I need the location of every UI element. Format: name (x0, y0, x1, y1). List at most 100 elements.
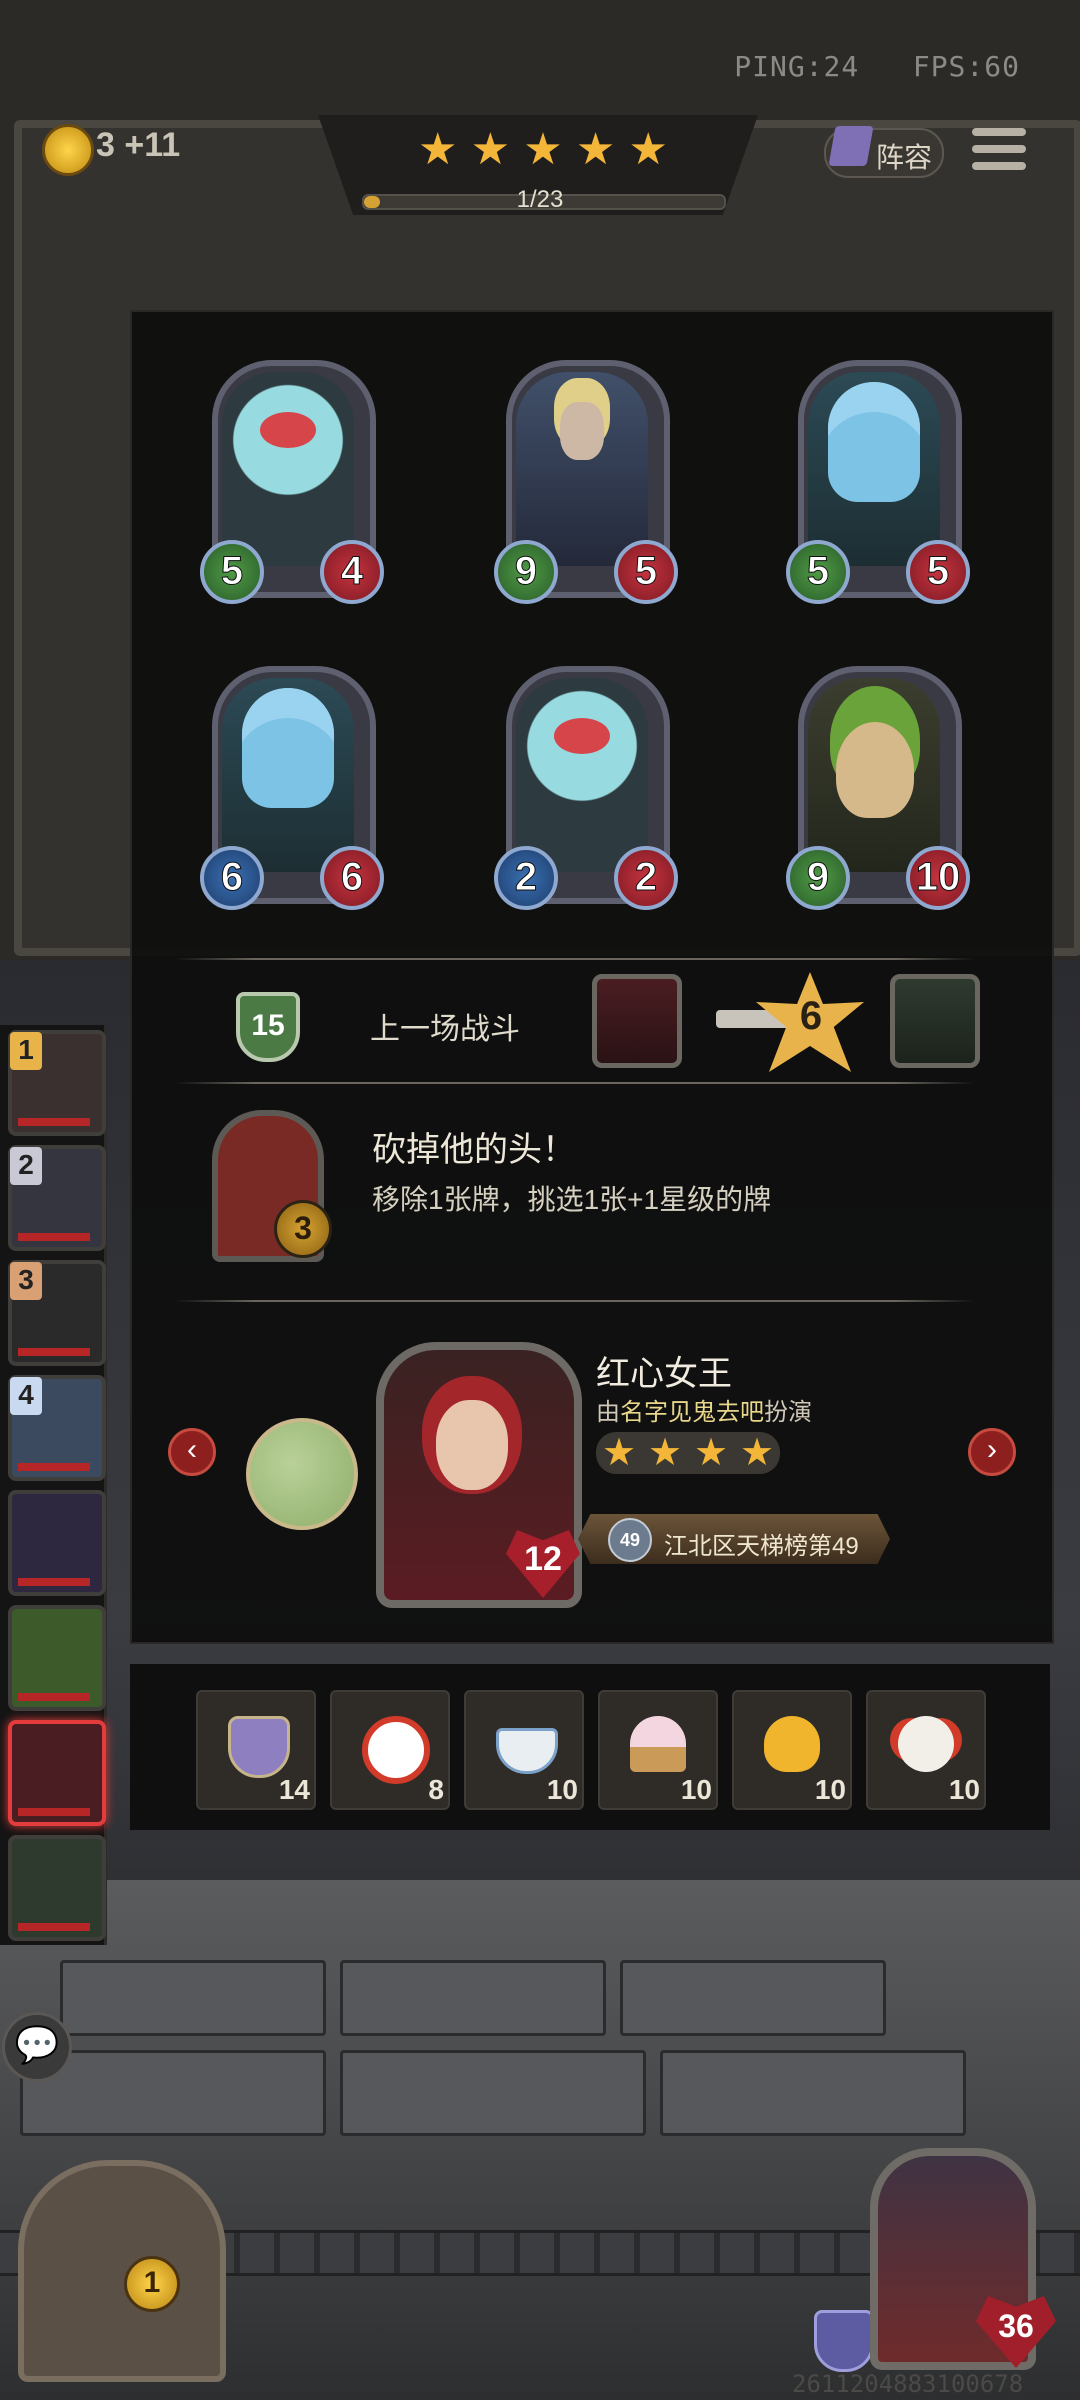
star-icon: ★ (418, 125, 458, 174)
fps-text: FPS:60 (912, 50, 1020, 83)
round-progress-text: 1/23 (516, 186, 564, 213)
hero-health: 12 (524, 1540, 562, 1578)
health-stat: 10 (906, 846, 970, 910)
elf-knight-portrait (516, 372, 648, 566)
lineup-label: 阵容 (876, 142, 933, 173)
divider (175, 1082, 975, 1084)
fish-tank-portrait (516, 678, 648, 872)
attack-stat: 9 (786, 846, 850, 910)
star-icon: ★ (647, 1432, 683, 1474)
own-hero-mini-portrait (592, 974, 682, 1068)
roster-slot-6[interactable] (8, 1605, 106, 1711)
roster-slot-5[interactable] (8, 1490, 106, 1596)
health-bar (18, 1923, 90, 1931)
board-card[interactable]: 9 5 (494, 360, 678, 604)
health-bar (18, 1463, 90, 1471)
item-slot[interactable]: 10 (598, 1690, 718, 1810)
item-slot[interactable]: 10 (464, 1690, 584, 1810)
mermaid-portrait (808, 372, 940, 566)
item-slot[interactable]: 10 (732, 1690, 852, 1810)
queen-of-hearts-portrait (436, 1400, 508, 1490)
clown-icon (898, 1716, 954, 1772)
damage-dealt: 6 (799, 994, 823, 1038)
health-stat: 5 (906, 540, 970, 604)
roster-slot-1[interactable]: 1 (8, 1030, 106, 1136)
item-count: 10 (948, 1774, 980, 1805)
hero-name: 红心女王 (596, 1355, 732, 1393)
roster-slot-4[interactable]: 4 (8, 1375, 106, 1481)
board-card[interactable]: 2 2 (494, 666, 678, 910)
shop-door-button[interactable] (18, 2160, 226, 2382)
star-icon: ★ (739, 1432, 775, 1474)
item-slot[interactable]: 8 (330, 1690, 450, 1810)
hero-player-line: 由名字见鬼去吧扮演 (596, 1392, 812, 1427)
health-bar (18, 1578, 90, 1586)
board-card[interactable]: 9 10 (786, 666, 970, 910)
teacup-icon (496, 1728, 558, 1774)
health-stat: 4 (320, 540, 384, 604)
gold-count: 3 +11 (96, 126, 181, 164)
chat-bubble-icon[interactable]: 💬 (2, 2012, 72, 2082)
fish-tank-portrait (222, 372, 354, 566)
map-emblem-icon (246, 1418, 358, 1530)
hamburger-menu-icon[interactable] (972, 128, 1026, 178)
health-stat: 6 (320, 846, 384, 910)
star-icon: ★ (470, 125, 511, 174)
attack-stat: 5 (200, 540, 264, 604)
health-bar (18, 1693, 90, 1701)
star-icon: ★ (693, 1432, 729, 1474)
round-stars: ★ ★ ★ ★ ★ (418, 128, 668, 178)
trait-description: 移除1张牌，挑选1张+1星级的牌 (372, 1184, 772, 1215)
shop-level-badge: 1 (124, 2256, 180, 2312)
mermaid-portrait (222, 678, 354, 872)
board-card[interactable]: 5 4 (200, 360, 384, 604)
roster-slot-2[interactable]: 2 (8, 1145, 106, 1251)
item-count: 10 (546, 1774, 578, 1805)
subtitle-prefix: 由 (596, 1399, 620, 1426)
roster-slot-8[interactable] (8, 1835, 106, 1941)
divider (175, 958, 975, 960)
item-slot[interactable]: 10 (866, 1690, 986, 1810)
cupcake-icon (630, 1716, 686, 1772)
trait-level-badge: 3 (274, 1200, 332, 1258)
network-stats: PING:24 FPS:60 (734, 50, 1020, 83)
item-count: 10 (680, 1774, 712, 1805)
gold-coin-icon (42, 124, 94, 176)
player-name: 名字见鬼去吧 (620, 1399, 764, 1426)
previous-player-button[interactable]: ‹ (168, 1428, 216, 1476)
board-card[interactable]: 6 6 (200, 666, 384, 910)
health-stat: 5 (614, 540, 678, 604)
attack-stat: 6 (200, 846, 264, 910)
subtitle-suffix: 扮演 (764, 1399, 812, 1426)
rank-text: 江北区天梯榜第49 (664, 1533, 859, 1560)
next-player-button[interactable]: › (968, 1428, 1016, 1476)
round-progress-fill (364, 196, 380, 208)
health-bar (18, 1233, 90, 1241)
health-stat: 2 (614, 846, 678, 910)
sprout-portrait (808, 678, 940, 872)
item-slot[interactable]: 14 (196, 1690, 316, 1810)
rank-badge: 49 (608, 1518, 652, 1562)
player-health: 36 (998, 2308, 1034, 2344)
duck-toy-icon (764, 1716, 820, 1772)
board-card[interactable]: 5 5 (786, 360, 970, 604)
attack-stat: 2 (494, 846, 558, 910)
rank-badge: 4 (10, 1377, 42, 1415)
rank-badge: 3 (10, 1262, 42, 1300)
health-bar (18, 1118, 90, 1126)
roster-slot-7-selected[interactable] (8, 1720, 106, 1826)
health-bar (18, 1808, 90, 1816)
alarm-clock-icon (362, 1716, 430, 1784)
roster-slot-3[interactable]: 3 (8, 1260, 106, 1366)
opponent-mini-portrait (890, 974, 980, 1068)
attack-stat: 9 (494, 540, 558, 604)
divider (175, 1300, 975, 1302)
item-count: 10 (814, 1774, 846, 1805)
attack-stat: 5 (786, 540, 850, 604)
hero-star-rating: ★ ★ ★ ★ (596, 1432, 780, 1474)
ping-text: PING:24 (734, 50, 860, 83)
rank-badge: 2 (10, 1147, 42, 1185)
rank-badge: 1 (10, 1032, 42, 1070)
star-icon: ★ (523, 125, 563, 174)
shield-icon (814, 2310, 874, 2372)
